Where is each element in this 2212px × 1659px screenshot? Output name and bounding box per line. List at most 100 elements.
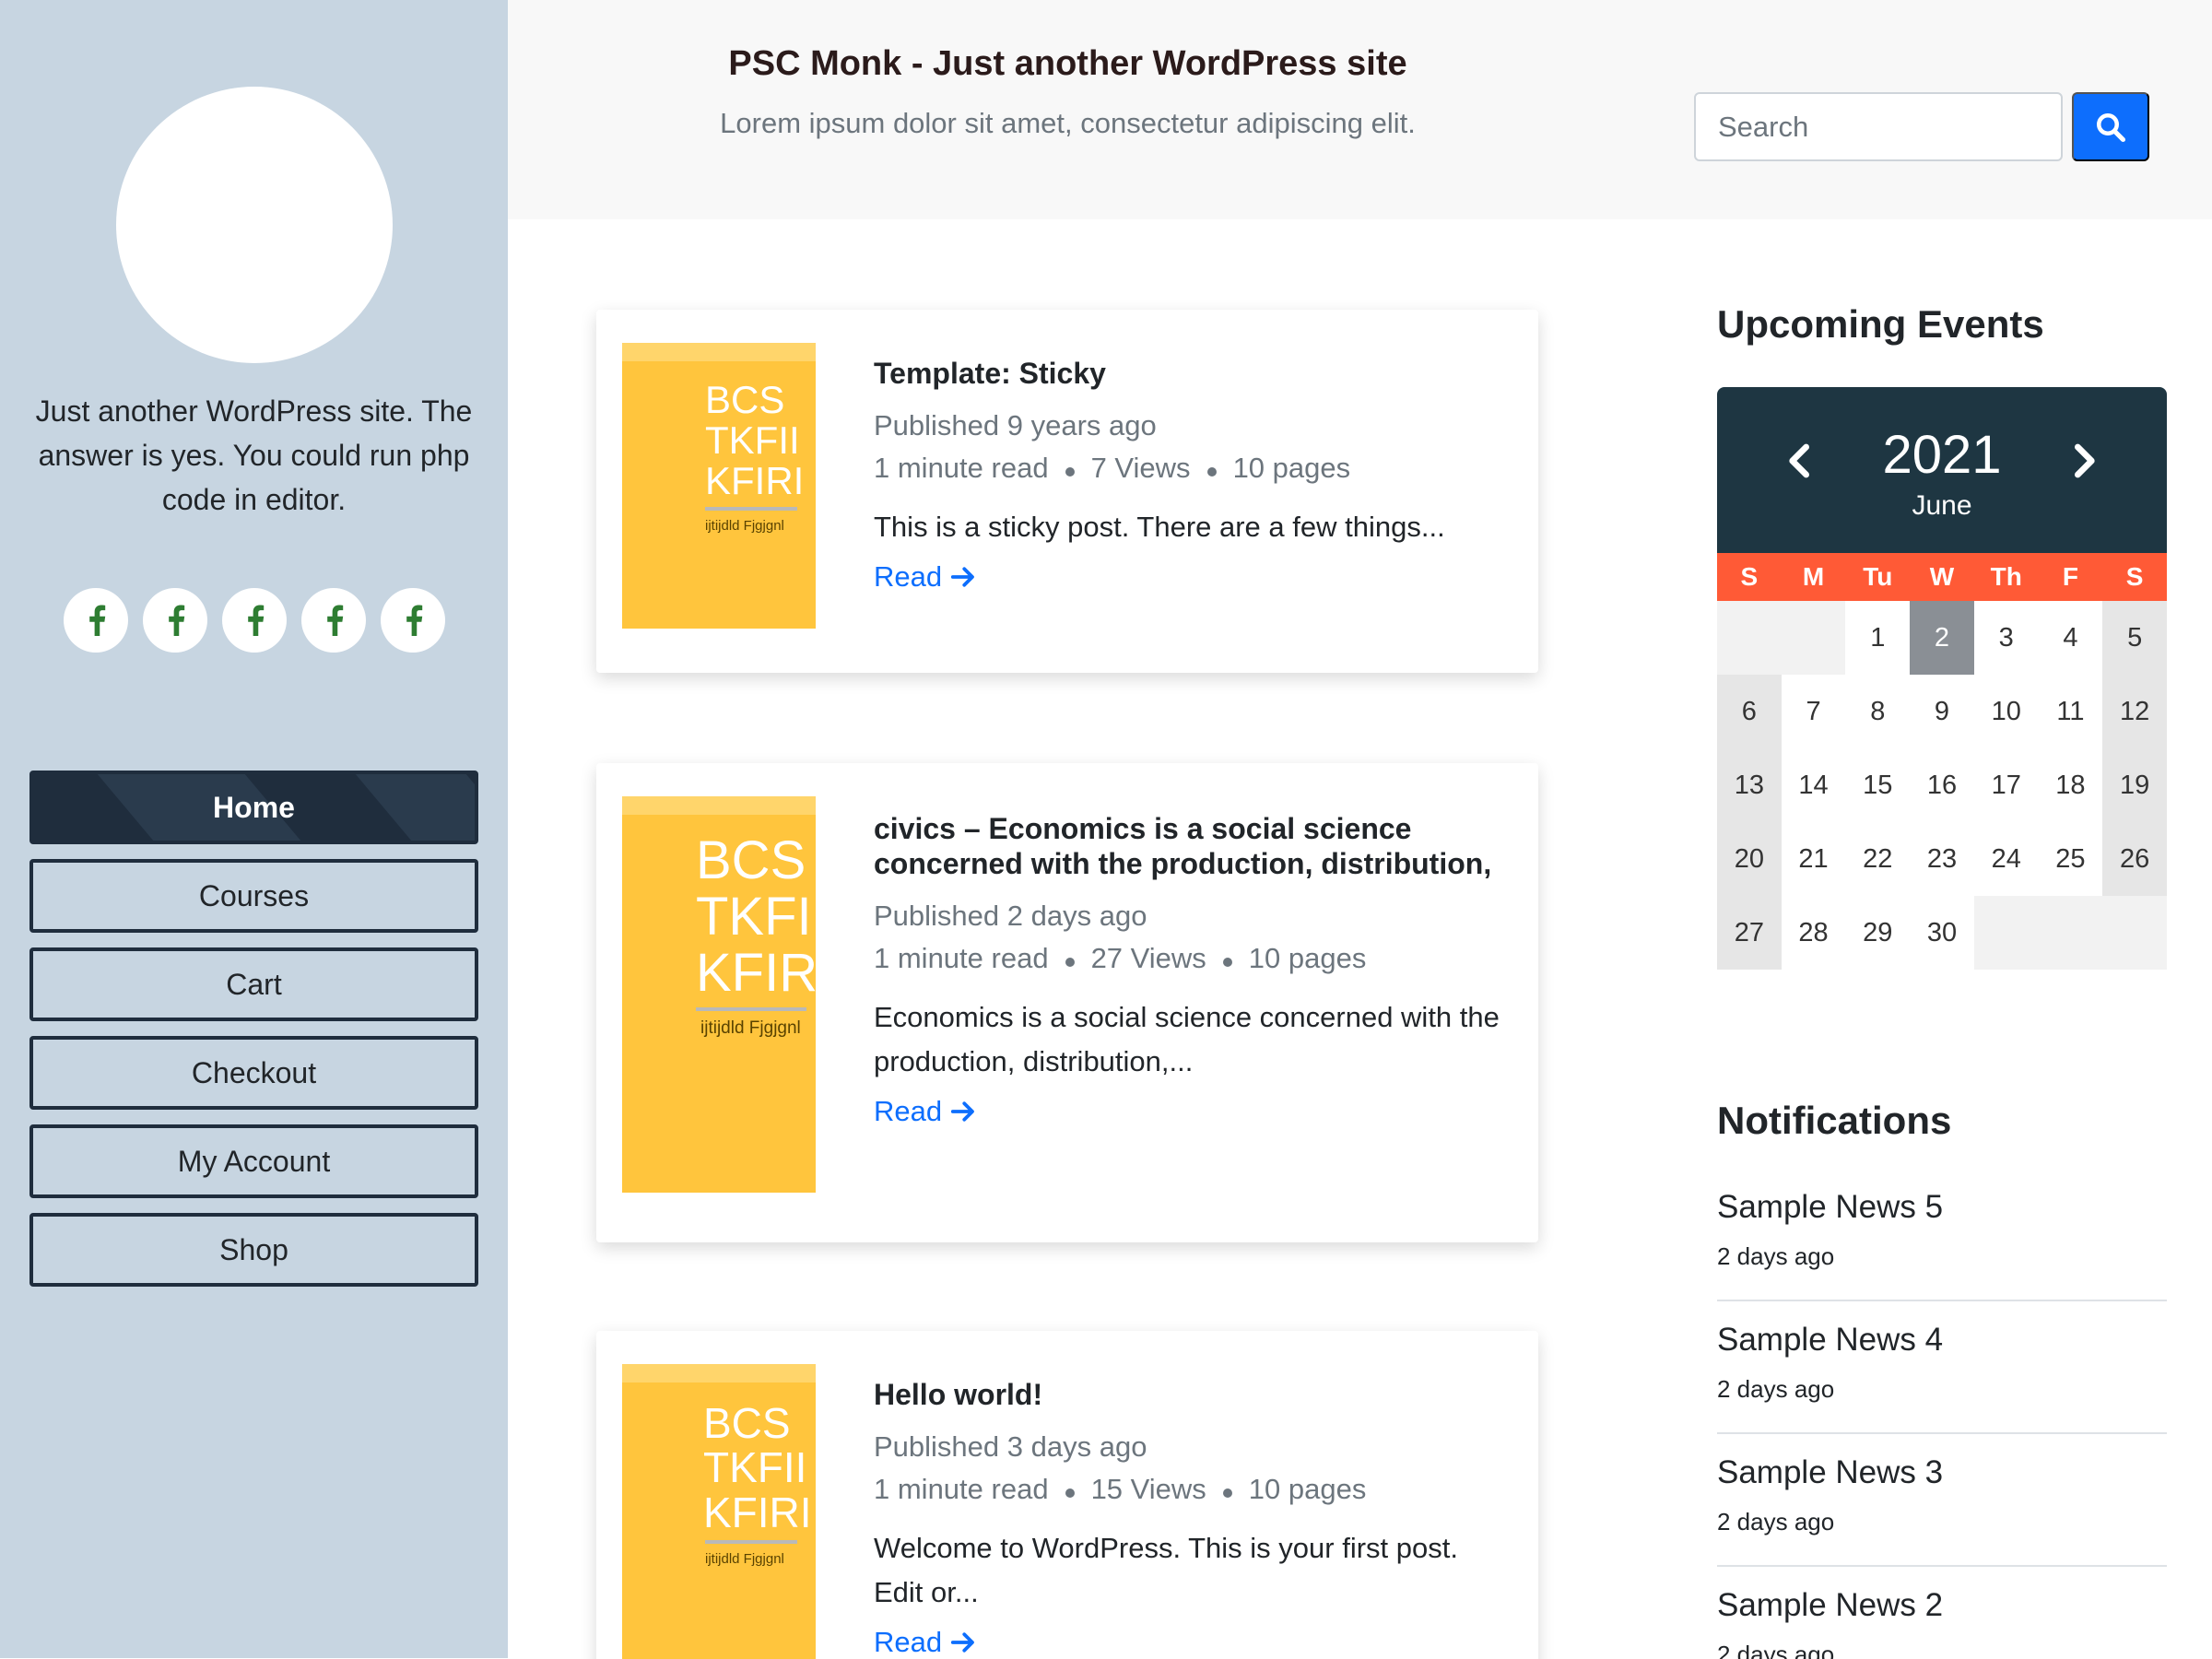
- calendar-day[interactable]: 16: [1910, 748, 1974, 822]
- post-title[interactable]: Hello world!: [874, 1377, 1501, 1412]
- nav-label: Home: [213, 790, 295, 824]
- news-time: 2 days ago: [1717, 1508, 1835, 1535]
- nav-my-account[interactable]: My Account: [29, 1124, 478, 1198]
- views-count: 27 Views: [1090, 942, 1206, 974]
- read-link[interactable]: Read: [874, 1095, 1501, 1128]
- search-button[interactable]: [2072, 92, 2149, 161]
- calendar-day[interactable]: 19: [2102, 748, 2167, 822]
- calendar-day[interactable]: 25: [2038, 822, 2103, 896]
- calendar-day[interactable]: 20: [1717, 822, 1782, 896]
- arrow-right-icon: [950, 567, 974, 587]
- read-link[interactable]: Read: [874, 1626, 1501, 1659]
- calendar-day[interactable]: 2: [1910, 601, 1974, 675]
- post-meta: 1 minute read 7 Views 10 pages: [874, 452, 1501, 485]
- news-title[interactable]: Sample News 5: [1717, 1189, 2167, 1226]
- chevron-right-icon[interactable]: [2065, 442, 2102, 479]
- pages-count: 10 pages: [1232, 452, 1351, 484]
- nav-home[interactable]: Home: [29, 771, 478, 844]
- news-title[interactable]: Sample News 3: [1717, 1454, 2167, 1491]
- calendar-day-header: M: [1802, 562, 1825, 591]
- news-item[interactable]: Sample News 3 2 days ago: [1717, 1434, 2167, 1567]
- calendar-day[interactable]: 26: [2102, 822, 2167, 896]
- calendar-day-header: Th: [1990, 562, 2022, 591]
- post-meta: 1 minute read 15 Views 10 pages: [874, 1473, 1501, 1506]
- calendar-day[interactable]: 10: [1973, 675, 2039, 748]
- search-icon: [2097, 112, 2126, 142]
- thumb-text: TKFII: [705, 418, 800, 463]
- nav-label: Cart: [226, 967, 282, 1001]
- thumb-text: KFIRI: [696, 942, 816, 1003]
- facebook-icon[interactable]: [222, 588, 287, 653]
- calendar-day[interactable]: 13: [1717, 748, 1782, 822]
- calendar-day[interactable]: 21: [1781, 822, 1846, 896]
- nav-checkout[interactable]: Checkout: [29, 1036, 478, 1110]
- thumb-caption: ijtijdld Fjgjgnl: [705, 518, 784, 535]
- read-label: Read: [874, 1626, 943, 1658]
- calendar-day[interactable]: 6: [1717, 675, 1782, 748]
- calendar-day[interactable]: 22: [1845, 822, 1911, 896]
- event-calendar: 2021 June S M Tu W Th F S 1 2 3 4 5 6 7 8 9 10 11 12 13 14 1…: [1717, 387, 2167, 970]
- facebook-icon[interactable]: [143, 588, 207, 653]
- calendar-day[interactable]: 3: [1973, 601, 2039, 675]
- nav-courses[interactable]: Courses: [29, 859, 478, 933]
- facebook-icon[interactable]: [64, 588, 128, 653]
- thumb-caption: ijtijdld Fjgjgnl: [705, 1550, 784, 1567]
- calendar-day[interactable]: 23: [1910, 822, 1974, 896]
- post-title[interactable]: Template: Sticky: [874, 356, 1501, 391]
- read-label: Read: [874, 560, 943, 593]
- calendar-day[interactable]: 17: [1973, 748, 2039, 822]
- facebook-icon[interactable]: [381, 588, 445, 653]
- post-excerpt: This is a sticky post. There are a few t…: [874, 511, 1445, 543]
- calendar-grid: 1 2 3 4 5 6 7 8 9 10 11 12 13 14 15 16 17 18 19 20 21 22 23 24 2…: [1717, 601, 2167, 970]
- calendar-day[interactable]: 12: [2102, 675, 2167, 748]
- news-item[interactable]: Sample News 2 2 days ago: [1717, 1567, 2167, 1659]
- calendar-day[interactable]: 15: [1845, 748, 1911, 822]
- calendar-day-header: W: [1929, 562, 1955, 591]
- post-title[interactable]: civics – Economics is a social science c…: [874, 811, 1501, 881]
- calendar-day[interactable]: 9: [1910, 675, 1974, 748]
- calendar-day[interactable]: 11: [2038, 675, 2103, 748]
- search-input[interactable]: [1694, 92, 2063, 161]
- calendar-day[interactable]: 14: [1781, 748, 1846, 822]
- site-description: Lorem ipsum dolor sit amet, consectetur …: [720, 107, 1416, 139]
- thumb-text: KFIRI: [703, 1488, 812, 1536]
- post-thumbnail[interactable]: BCS TKFII KFIRI ijtijdld Fjgjgnl: [622, 343, 816, 629]
- nav-cart[interactable]: Cart: [29, 947, 478, 1021]
- calendar-day[interactable]: 1: [1845, 601, 1911, 675]
- calendar-day[interactable]: 28: [1781, 896, 1846, 970]
- thumb-text: TKFII: [703, 1443, 807, 1492]
- news-item[interactable]: Sample News 4 2 days ago: [1717, 1301, 2167, 1434]
- news-time: 2 days ago: [1717, 1641, 1835, 1659]
- site-title[interactable]: PSC Monk - Just another WordPress site: [508, 44, 1628, 84]
- calendar-day[interactable]: 30: [1910, 896, 1974, 970]
- read-link[interactable]: Read: [874, 560, 1501, 594]
- thumb-text: TKFII: [696, 886, 816, 947]
- calendar-day-header: S: [2125, 562, 2144, 591]
- calendar-day[interactable]: 4: [2038, 601, 2103, 675]
- news-title[interactable]: Sample News 4: [1717, 1322, 2167, 1359]
- calendar-empty-cell: [2102, 896, 2167, 970]
- nav-label: Courses: [198, 878, 310, 912]
- calendar-day-header: S: [1740, 562, 1759, 591]
- sidebar: Just another WordPress site. The answer …: [0, 0, 508, 1658]
- facebook-icon[interactable]: [301, 588, 366, 653]
- post-thumbnail[interactable]: BCS TKFII KFIRI ijtijdld Fjgjgnl: [622, 796, 816, 1193]
- calendar-empty-cell: [1717, 601, 1782, 675]
- news-title[interactable]: Sample News 2: [1717, 1587, 2167, 1624]
- news-item[interactable]: Sample News 5 2 days ago: [1717, 1169, 2167, 1301]
- calendar-day[interactable]: 24: [1973, 822, 2039, 896]
- read-time: 1 minute read: [874, 1473, 1049, 1505]
- nav-label: My Account: [177, 1144, 331, 1178]
- post-thumbnail[interactable]: BCS TKFII KFIRI ijtijdld Fjgjgnl: [622, 1364, 816, 1659]
- calendar-day[interactable]: 8: [1845, 675, 1911, 748]
- arrow-right-icon: [950, 1632, 974, 1653]
- calendar-day[interactable]: 7: [1781, 675, 1846, 748]
- calendar-day[interactable]: 5: [2102, 601, 2167, 675]
- calendar-day[interactable]: 18: [2038, 748, 2103, 822]
- thumb-caption: ijtijdld Fjgjgnl: [700, 1018, 801, 1038]
- nav-shop[interactable]: Shop: [29, 1213, 478, 1287]
- pages-count: 10 pages: [1248, 1473, 1367, 1505]
- read-time: 1 minute read: [874, 942, 1049, 974]
- calendar-day[interactable]: 27: [1717, 896, 1782, 970]
- calendar-day[interactable]: 29: [1845, 896, 1911, 970]
